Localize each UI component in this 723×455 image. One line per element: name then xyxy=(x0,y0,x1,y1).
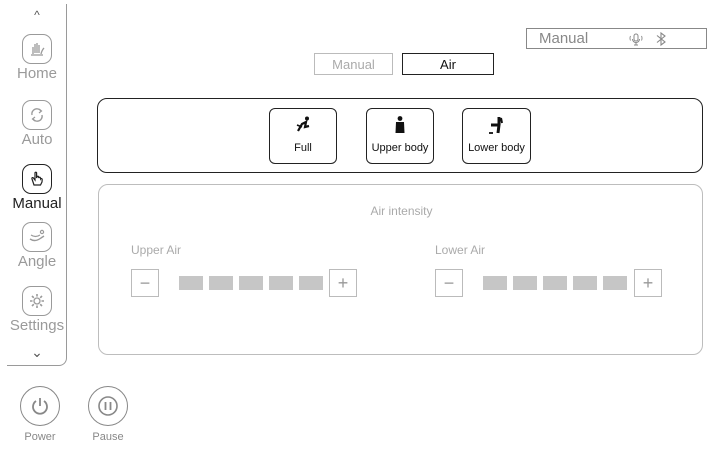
pause-icon xyxy=(98,396,118,416)
sidebar-item-home[interactable]: Home xyxy=(7,34,67,82)
upper-air-decrease-button[interactable]: − xyxy=(131,269,159,297)
manual-hand-icon xyxy=(22,164,52,194)
lower-body-icon xyxy=(488,117,503,134)
power-button[interactable] xyxy=(20,386,60,426)
sidebar-item-label: Settings xyxy=(9,317,65,334)
sidebar-item-label: Home xyxy=(16,65,57,82)
sidebar-item-angle[interactable]: Angle xyxy=(7,222,67,270)
lower-air-level-segment xyxy=(543,276,567,290)
power-label: Power xyxy=(24,431,56,443)
lower-air-level-bar xyxy=(483,276,627,290)
upper-body-icon xyxy=(395,116,405,133)
sidebar-scroll-down[interactable]: ⌄ xyxy=(7,344,67,361)
home-hand-icon xyxy=(22,34,52,64)
upper-air-level-segment xyxy=(269,276,293,290)
full-body-label: Full xyxy=(294,142,312,154)
auto-cycle-icon xyxy=(22,100,52,130)
lower-air-level-segment xyxy=(573,276,597,290)
sidebar-item-settings[interactable]: Settings xyxy=(7,286,67,334)
sidebar-item-label: Auto xyxy=(21,131,53,148)
recline-angle-icon xyxy=(22,222,52,252)
lower-air-decrease-button[interactable]: − xyxy=(435,269,463,297)
full-body-icon xyxy=(296,116,310,132)
sidebar-item-label: Manual xyxy=(12,195,62,212)
sidebar-item-auto[interactable]: Auto xyxy=(7,100,67,148)
tab-air[interactable]: Air xyxy=(402,53,494,75)
air-intensity-title: Air intensity xyxy=(370,204,433,218)
tab-manual[interactable]: Manual xyxy=(314,53,393,75)
voice-icon xyxy=(629,33,643,45)
lower-air-increase-button[interactable]: + xyxy=(634,269,662,297)
pause-button[interactable] xyxy=(88,386,128,426)
upper-air-level-segment xyxy=(299,276,323,290)
pause-label: Pause xyxy=(92,431,124,443)
sidebar-scroll-up[interactable]: ^ xyxy=(7,8,67,22)
lower-air-level-segment xyxy=(483,276,507,290)
lower-body-label: Lower body xyxy=(468,142,525,154)
lower-body-button[interactable]: Lower body xyxy=(462,108,531,164)
power-icon xyxy=(32,398,48,415)
gear-icon xyxy=(22,286,52,316)
lower-air-label: Lower Air xyxy=(435,243,486,257)
air-intensity-panel: Air intensity Upper Air − + Lower Air − … xyxy=(98,184,703,355)
upper-air-increase-button[interactable]: + xyxy=(329,269,357,297)
bluetooth-icon xyxy=(656,31,667,46)
sidebar-item-label: Angle xyxy=(17,253,57,270)
lower-air-level-segment xyxy=(603,276,627,290)
upper-air-level-bar xyxy=(179,276,323,290)
upper-air-level-segment xyxy=(209,276,233,290)
status-bar: Manual xyxy=(526,28,707,49)
lower-air-level-segment xyxy=(513,276,537,290)
sidebar: ^ Home Auto Manual Angle Settings ⌄ xyxy=(7,4,67,366)
status-mode-text: Manual xyxy=(539,30,589,47)
upper-body-label: Upper body xyxy=(371,142,429,154)
upper-air-label: Upper Air xyxy=(131,243,182,257)
sidebar-item-manual[interactable]: Manual xyxy=(7,164,67,212)
full-body-button[interactable]: Full xyxy=(269,108,337,164)
upper-air-level-segment xyxy=(239,276,263,290)
upper-body-button[interactable]: Upper body xyxy=(366,108,434,164)
upper-air-level-segment xyxy=(179,276,203,290)
